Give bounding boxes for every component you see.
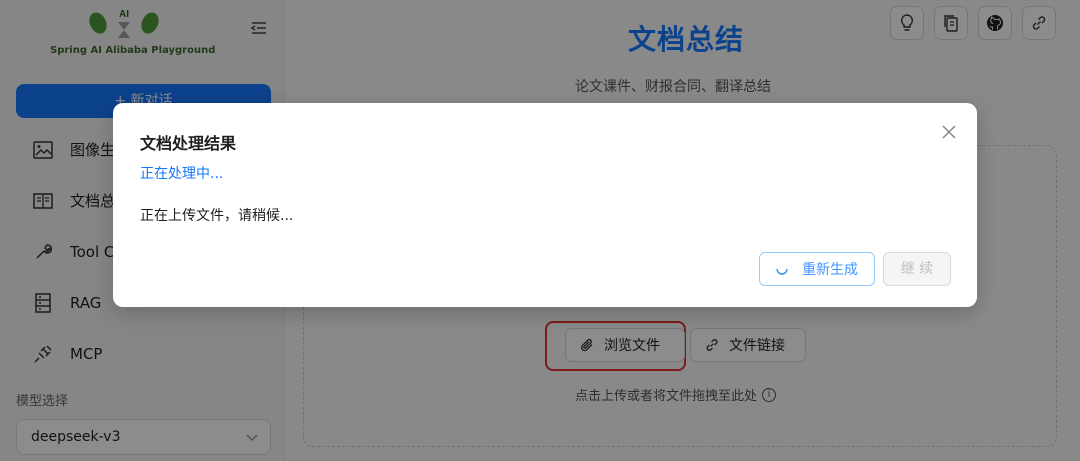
regenerate-label: 重新生成 <box>802 262 858 278</box>
dialog-title: 文档处理结果 <box>140 134 237 153</box>
continue-button[interactable]: 继 续 <box>883 252 951 286</box>
regenerate-button[interactable]: 重新生成 <box>759 252 875 286</box>
loading-spinner-icon <box>776 268 788 275</box>
processing-result-dialog: 文档处理结果 正在处理中... 正在上传文件，请稍候... 重新生成 继 续 <box>113 103 977 307</box>
dialog-status: 正在处理中... <box>140 166 224 182</box>
dialog-message: 正在上传文件，请稍候... <box>140 208 294 224</box>
close-icon[interactable] <box>941 124 957 140</box>
